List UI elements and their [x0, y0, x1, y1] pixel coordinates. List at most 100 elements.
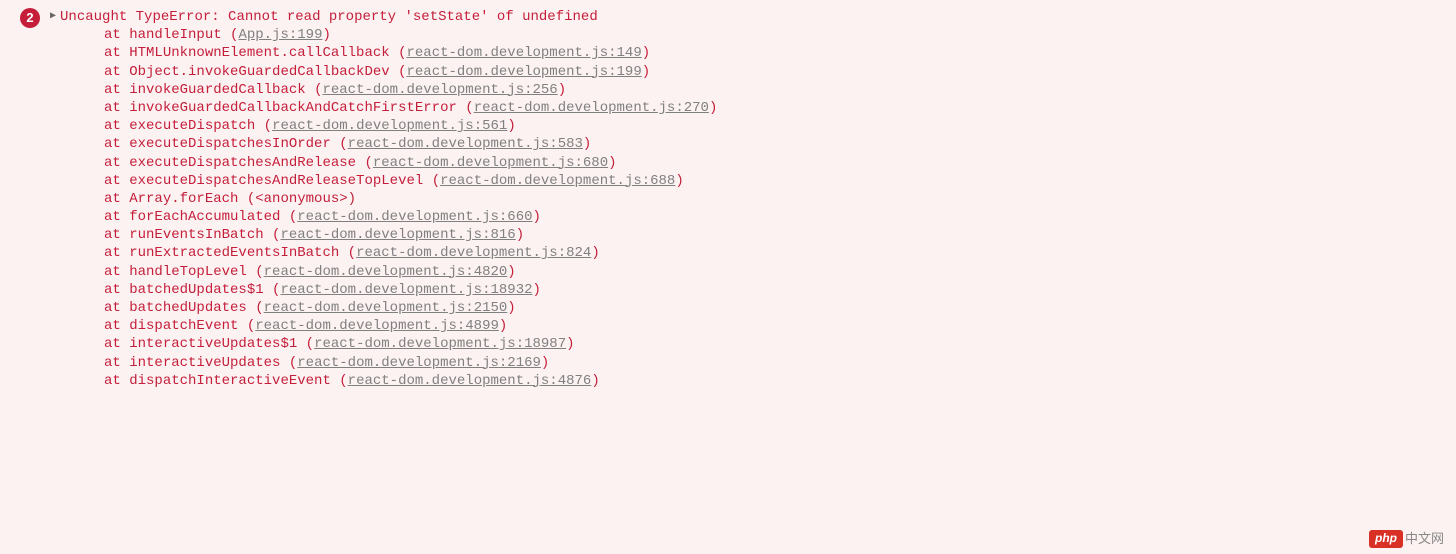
stack-file-link[interactable]: react-dom.development.js:149	[406, 45, 641, 61]
stack-file-link[interactable]: react-dom.development.js:256	[322, 82, 557, 98]
stack-frame: at runEventsInBatch (react-dom.developme…	[104, 226, 1436, 244]
stack-file-link[interactable]: react-dom.development.js:680	[373, 155, 608, 171]
stack-function: handleInput	[129, 27, 221, 43]
paren-close: )	[583, 136, 591, 152]
stack-frame: at executeDispatchesAndRelease (react-do…	[104, 154, 1436, 172]
error-count-badge: 2	[20, 8, 40, 28]
paren-close: )	[591, 373, 599, 389]
paren-close: )	[507, 300, 515, 316]
stack-file-link[interactable]: react-dom.development.js:824	[356, 245, 591, 261]
error-count: 2	[26, 10, 33, 27]
paren-close: )	[507, 118, 515, 134]
stack-frame: at forEachAccumulated (react-dom.develop…	[104, 208, 1436, 226]
stack-file-link[interactable]: react-dom.development.js:4899	[255, 318, 499, 334]
stack-frame: at batchedUpdates$1 (react-dom.developme…	[104, 281, 1436, 299]
paren-close: )	[533, 209, 541, 225]
stack-function: invokeGuardedCallback	[129, 82, 305, 98]
stack-at: at	[104, 355, 129, 371]
stack-at: at	[104, 100, 129, 116]
stack-file-link[interactable]: react-dom.development.js:816	[280, 227, 515, 243]
stack-function: dispatchInteractiveEvent	[129, 373, 331, 389]
stack-function: handleTopLevel	[129, 264, 247, 280]
stack-function: executeDispatch	[129, 118, 255, 134]
paren-close: )	[591, 245, 599, 261]
stack-file-link[interactable]: react-dom.development.js:18932	[280, 282, 532, 298]
stack-function: invokeGuardedCallbackAndCatchFirstError	[129, 100, 457, 116]
stack-at: at	[104, 373, 129, 389]
stack-function: executeDispatchesInOrder	[129, 136, 331, 152]
paren-open: (	[247, 318, 255, 334]
paren-open: (	[247, 191, 255, 207]
stack-trace: at handleInput (App.js:199)at HTMLUnknow…	[20, 26, 1436, 390]
stack-file-link[interactable]: react-dom.development.js:18987	[314, 336, 566, 352]
paren-close: )	[642, 64, 650, 80]
paren-open: (	[364, 155, 372, 171]
stack-frame: at HTMLUnknownElement.callCallback (reac…	[104, 44, 1436, 62]
stack-file-link[interactable]: react-dom.development.js:688	[440, 173, 675, 189]
stack-frame: at handleInput (App.js:199)	[104, 26, 1436, 44]
stack-file-link[interactable]: react-dom.development.js:270	[474, 100, 709, 116]
paren-close: )	[348, 191, 356, 207]
error-header[interactable]: ▶ Uncaught TypeError: Cannot read proper…	[20, 8, 1436, 26]
stack-function: runEventsInBatch	[129, 227, 263, 243]
stack-function: executeDispatchesAndReleaseTopLevel	[129, 173, 423, 189]
stack-frame: at dispatchEvent (react-dom.development.…	[104, 317, 1436, 335]
paren-close: )	[566, 336, 574, 352]
stack-frame: at executeDispatchesInOrder (react-dom.d…	[104, 135, 1436, 153]
disclosure-triangle-icon[interactable]: ▶	[50, 10, 56, 23]
stack-at: at	[104, 245, 129, 261]
paren-close: )	[709, 100, 717, 116]
paren-open: (	[264, 118, 272, 134]
stack-file-link[interactable]: react-dom.development.js:4820	[264, 264, 508, 280]
paren-close: )	[675, 173, 683, 189]
paren-close: )	[533, 282, 541, 298]
stack-frame: at interactiveUpdates (react-dom.develop…	[104, 354, 1436, 372]
stack-frame: at batchedUpdates (react-dom.development…	[104, 299, 1436, 317]
stack-file-link[interactable]: App.js:199	[238, 27, 322, 43]
paren-close: )	[608, 155, 616, 171]
stack-frame: at Object.invokeGuardedCallbackDev (reac…	[104, 63, 1436, 81]
stack-at: at	[104, 191, 129, 207]
stack-file-link[interactable]: react-dom.development.js:583	[348, 136, 583, 152]
paren-close: )	[507, 264, 515, 280]
stack-function: dispatchEvent	[129, 318, 238, 334]
stack-file-link[interactable]: react-dom.development.js:2150	[264, 300, 508, 316]
stack-at: at	[104, 300, 129, 316]
paren-open: (	[289, 209, 297, 225]
stack-at: at	[104, 336, 129, 352]
stack-file-anonymous: <anonymous>	[255, 191, 347, 207]
paren-open: (	[465, 100, 473, 116]
stack-file-link[interactable]: react-dom.development.js:561	[272, 118, 507, 134]
stack-file-link[interactable]: react-dom.development.js:2169	[297, 355, 541, 371]
paren-open: (	[432, 173, 440, 189]
stack-frame: at invokeGuardedCallbackAndCatchFirstErr…	[104, 99, 1436, 117]
paren-open: (	[339, 373, 347, 389]
paren-close: )	[541, 355, 549, 371]
stack-at: at	[104, 173, 129, 189]
paren-open: (	[348, 245, 356, 261]
stack-at: at	[104, 45, 129, 61]
watermark-text: 中文网	[1405, 531, 1444, 548]
stack-function: executeDispatchesAndRelease	[129, 155, 356, 171]
stack-file-link[interactable]: react-dom.development.js:199	[406, 64, 641, 80]
paren-open: (	[289, 355, 297, 371]
stack-function: Object.invokeGuardedCallbackDev	[129, 64, 389, 80]
stack-frame: at handleTopLevel (react-dom.development…	[104, 263, 1436, 281]
paren-close: )	[558, 82, 566, 98]
paren-open: (	[339, 136, 347, 152]
paren-close: )	[322, 27, 330, 43]
paren-close: )	[499, 318, 507, 334]
stack-at: at	[104, 118, 129, 134]
stack-at: at	[104, 27, 129, 43]
stack-at: at	[104, 227, 129, 243]
stack-file-link[interactable]: react-dom.development.js:4876	[348, 373, 592, 389]
stack-file-link[interactable]: react-dom.development.js:660	[297, 209, 532, 225]
stack-at: at	[104, 282, 129, 298]
stack-at: at	[104, 318, 129, 334]
paren-open: (	[255, 264, 263, 280]
stack-function: HTMLUnknownElement.callCallback	[129, 45, 389, 61]
stack-function: interactiveUpdates$1	[129, 336, 297, 352]
stack-at: at	[104, 64, 129, 80]
stack-function: batchedUpdates$1	[129, 282, 263, 298]
paren-open: (	[255, 300, 263, 316]
